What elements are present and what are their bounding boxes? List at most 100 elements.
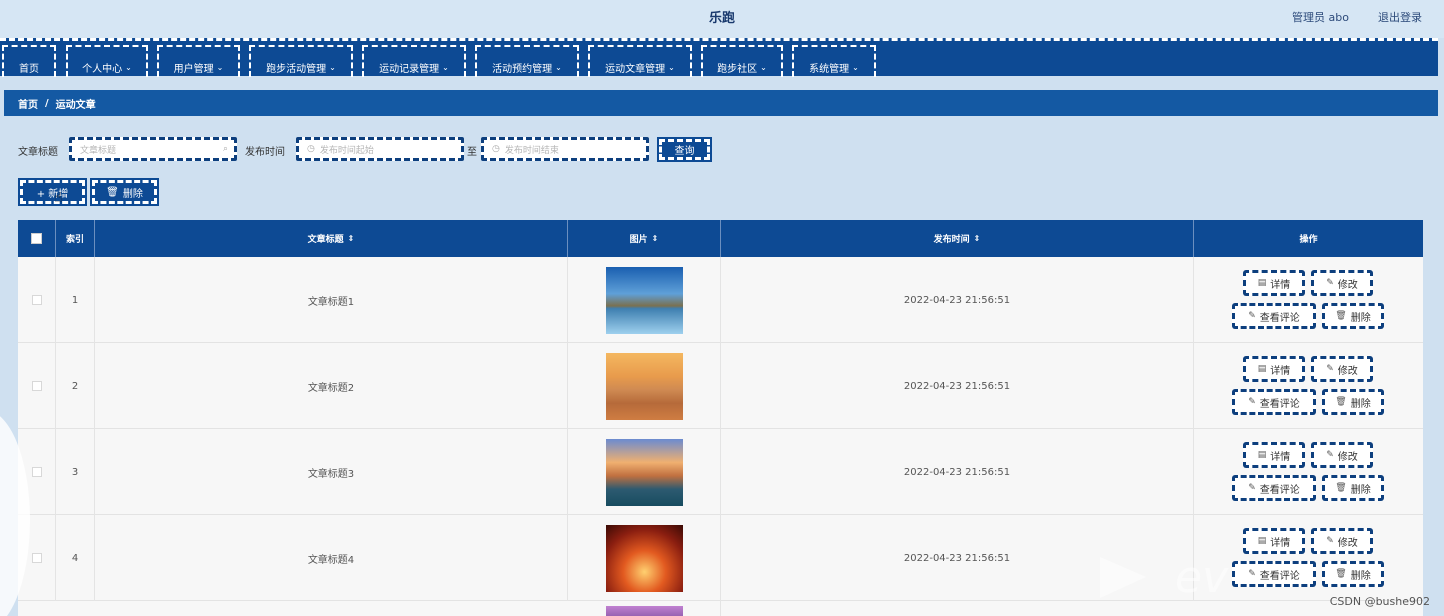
row-select-cell [18, 343, 56, 429]
row-time: 2022-04-23 21:56:51 [721, 343, 1194, 429]
chevron-down-icon: ⌄ [442, 62, 449, 72]
delete-button[interactable]: 🗑 删除 [1322, 475, 1384, 501]
nav-item-article-management[interactable]: 运动文章管理 ⌄ [588, 45, 692, 77]
row-ops [1194, 257, 1423, 343]
batch-delete-button[interactable]: 🗑 删除 [90, 178, 159, 206]
detail-label: 详情 [1270, 451, 1291, 463]
detail-button[interactable]: ▤ 详情 [1243, 270, 1305, 296]
query-button[interactable]: 查询 [657, 137, 712, 162]
nav-item-personal-center[interactable]: 个人中心 ⌄ [66, 45, 148, 77]
nav-item-user-management[interactable]: 用户管理 ⌄ [157, 45, 240, 77]
row-time: 2022-04-23 21:56:51 [721, 257, 1194, 343]
breadcrumb-current: 运动文章 [55, 99, 96, 111]
edit-button[interactable]: ✎ 修改 [1311, 528, 1373, 554]
header-index: 索引 [56, 220, 95, 257]
article-thumbnail[interactable] [605, 606, 683, 616]
row-ops [1194, 429, 1423, 515]
edit-button[interactable]: ✎ 修改 [1311, 356, 1373, 382]
edit-label: 修改 [1337, 365, 1358, 377]
detail-button[interactable]: ▤ 详情 [1243, 528, 1305, 554]
row-index: 1 [56, 257, 95, 343]
row-checkbox[interactable] [31, 553, 42, 563]
nav-item-running-activity[interactable]: 跑步活动管理 ⌄ [249, 45, 353, 77]
chevron-down-icon: ⌄ [216, 62, 224, 72]
nav-label: 用户管理 [173, 63, 214, 75]
edit-label: 修改 [1337, 451, 1358, 463]
end-date-placeholder: 发布时间结束 [504, 145, 559, 156]
sort-icon[interactable]: ⇕ [974, 234, 981, 243]
document-icon: ▤ [1257, 364, 1267, 374]
current-user: 管理员 abo [1292, 11, 1349, 24]
row-checkbox[interactable] [31, 467, 42, 477]
delete-label: 删除 [1350, 312, 1371, 324]
trash-icon: 🗑 [1335, 311, 1347, 321]
view-comments-button[interactable]: ✎ 查看评论 [1232, 389, 1316, 415]
edit-button[interactable]: ✎ 修改 [1311, 270, 1373, 296]
table-header: 索引 文章标题 ⇕ 图片 ⇕ 发布时间 ⇕ 操作 [18, 220, 1423, 257]
sort-icon[interactable]: ⇕ [348, 234, 355, 243]
header-time[interactable]: 发布时间 ⇕ [721, 220, 1194, 257]
nav-label: 首页 [19, 63, 39, 75]
title-search-input[interactable]: 文章标题 ⌕ [69, 137, 237, 161]
start-date-placeholder: 发布时间起始 [319, 145, 374, 156]
logout-link[interactable]: 退出登录 [1378, 9, 1422, 25]
view-comments-button[interactable]: ✎ 查看评论 [1232, 475, 1316, 501]
edit-label: 修改 [1337, 537, 1358, 549]
row-title: 文章标题4 [95, 515, 568, 601]
row-title: 文章标题3 [95, 429, 568, 515]
header-image-label: 图片 [629, 235, 648, 245]
row-image-cell [568, 343, 721, 429]
delete-button[interactable]: 🗑 删除 [1322, 389, 1384, 415]
nav-item-activity-booking[interactable]: 活动预约管理 ⌄ [475, 45, 579, 77]
table-row: 1 文章标题1 2022-04-23 21:56:51 ▤ 详情 ✎ 修改 ✎ 查看评… [18, 257, 1423, 343]
view-comments-label: 查看评论 [1259, 398, 1300, 410]
search-icon: ⌕ [222, 144, 228, 154]
nav-item-exercise-records[interactable]: 运动记录管理 ⌄ [362, 45, 466, 77]
delete-button[interactable]: 🗑 删除 [1322, 303, 1384, 329]
view-comments-button[interactable]: ✎ 查看评论 [1232, 561, 1316, 587]
edit-icon: ✎ [1326, 536, 1334, 546]
document-icon: ▤ [1257, 278, 1267, 288]
nav-item-home[interactable]: 首页 [2, 45, 56, 77]
row-time: 2022-04-23 21:56:51 [721, 429, 1194, 515]
article-thumbnail[interactable] [605, 524, 683, 592]
nav-label: 运动文章管理 [605, 63, 666, 75]
row-checkbox[interactable] [31, 295, 42, 305]
detail-button[interactable]: ▤ 详情 [1243, 356, 1305, 382]
row-checkbox[interactable] [31, 381, 42, 391]
header-image[interactable]: 图片 ⇕ [568, 220, 721, 257]
chevron-down-icon: ⌄ [668, 62, 675, 72]
trash-icon: 🗑 [1335, 483, 1347, 493]
breadcrumb-separator: / [45, 97, 49, 109]
header-select-all[interactable] [18, 220, 56, 257]
edit-icon: ✎ [1326, 278, 1334, 288]
row-ops [1194, 515, 1423, 601]
select-all-checkbox[interactable] [31, 233, 42, 244]
detail-button[interactable]: ▤ 详情 [1243, 442, 1305, 468]
nav-item-running-community[interactable]: 跑步社区 ⌄ [701, 45, 783, 77]
breadcrumb-home[interactable]: 首页 [18, 96, 38, 111]
delete-button[interactable]: 🗑 删除 [1322, 561, 1384, 587]
article-thumbnail[interactable] [605, 438, 683, 506]
chevron-down-icon: ⌄ [852, 62, 859, 72]
nav-item-system-management[interactable]: 系统管理 ⌄ [792, 45, 876, 77]
view-comments-label: 查看评论 [1259, 570, 1300, 582]
start-date-picker[interactable]: ◷ 发布时间起始 [296, 137, 464, 161]
clock-icon: ◷ [492, 144, 500, 154]
title-filter-label: 文章标题 [18, 147, 58, 158]
delete-label: 删除 [1350, 570, 1371, 582]
row-title: 文章标题2 [95, 343, 568, 429]
add-button[interactable]: + 新增 [18, 178, 87, 206]
app-title: 乐跑 [708, 11, 735, 26]
header-title[interactable]: 文章标题 ⇕ [95, 220, 568, 257]
end-date-picker[interactable]: ◷ 发布时间结束 [481, 137, 649, 161]
header-title-label: 文章标题 [307, 235, 344, 245]
article-thumbnail[interactable] [605, 266, 683, 334]
nav-label: 个人中心 [82, 63, 123, 75]
view-comments-button[interactable]: ✎ 查看评论 [1232, 303, 1316, 329]
row-index: 4 [56, 515, 95, 601]
sort-icon[interactable]: ⇕ [652, 234, 659, 243]
edit-button[interactable]: ✎ 修改 [1311, 442, 1373, 468]
detail-label: 详情 [1270, 279, 1291, 291]
article-thumbnail[interactable] [605, 352, 683, 420]
